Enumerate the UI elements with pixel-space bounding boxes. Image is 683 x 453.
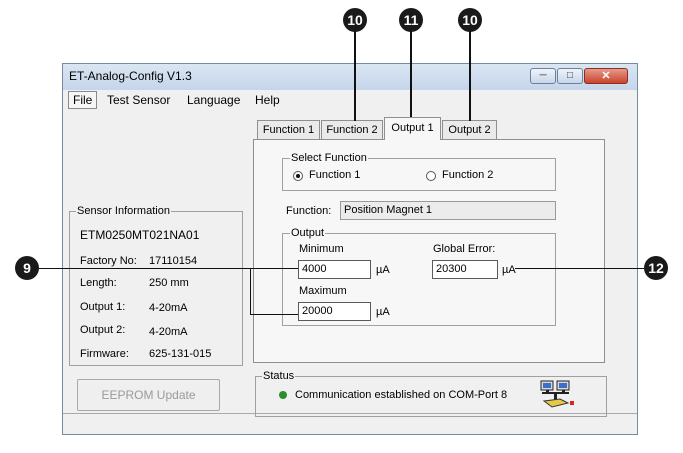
function-label: Function:	[286, 205, 332, 217]
menu-file[interactable]: File	[68, 91, 98, 109]
close-button[interactable]: ✕	[584, 68, 628, 84]
global-error-label: Global Error:	[433, 243, 496, 255]
function-1-radio[interactable]	[293, 171, 303, 181]
leader-line-9-vertical	[250, 268, 251, 315]
sensor-information-group: Sensor Information ETM0250MT021NA01 Fact…	[69, 205, 243, 366]
length-label: Length:	[80, 277, 117, 289]
status-led-icon	[279, 391, 287, 399]
callout-11: 11	[399, 8, 423, 32]
tab-output-1[interactable]: Output 1	[384, 117, 441, 140]
menu-bar: File Test Sensor Language Help	[63, 90, 637, 110]
tab-function-2[interactable]: Function 2	[321, 120, 383, 139]
callout-10-right: 10	[458, 8, 482, 32]
minimum-input[interactable]: 4000	[298, 260, 371, 279]
length-value: 250 mm	[149, 277, 189, 289]
global-error-input[interactable]: 20300	[432, 260, 498, 279]
callout-10-left: 10	[343, 8, 367, 32]
sensor-model: ETM0250MT021NA01	[80, 228, 200, 242]
global-error-unit: µA	[502, 264, 516, 276]
maximize-button[interactable]: □	[557, 68, 583, 84]
factory-no-label: Factory No:	[80, 255, 137, 267]
output1-value: 4-20mA	[149, 302, 188, 314]
close-icon: ✕	[601, 70, 611, 82]
tab-output-2[interactable]: Output 2	[442, 120, 497, 139]
firmware-value: 625-131-015	[149, 348, 212, 360]
maximum-unit: µA	[376, 306, 390, 318]
menu-language[interactable]: Language	[183, 92, 244, 108]
minimum-label: Minimum	[299, 243, 344, 255]
output2-label: Output 2:	[80, 324, 126, 336]
eeprom-update-button[interactable]: EEPROM Update	[77, 379, 220, 411]
minimize-icon: ─	[539, 70, 547, 81]
leader-line-10-left	[354, 31, 356, 121]
minimize-button[interactable]: ─	[530, 68, 556, 84]
function-2-radio[interactable]	[426, 171, 436, 181]
tab-function-1[interactable]: Function 1	[257, 120, 320, 139]
maximum-input[interactable]: 20000	[298, 302, 371, 321]
firmware-label: Firmware:	[80, 348, 129, 360]
callout-12: 12	[644, 256, 668, 280]
radio-selected-dot	[296, 174, 300, 178]
window-title: ET-Analog-Config V1.3	[69, 69, 192, 83]
function-1-radio-label: Function 1	[309, 169, 361, 181]
output-group-title: Output	[290, 227, 326, 240]
sensor-information-title: Sensor Information	[76, 205, 171, 218]
title-bar: ET-Analog-Config V1.3 ─ □ ✕	[63, 64, 637, 91]
leader-line-11	[410, 31, 412, 119]
select-function-title: Select Function	[290, 152, 368, 165]
status-title: Status	[262, 370, 296, 383]
menu-help[interactable]: Help	[251, 92, 284, 108]
leader-line-9-horizontal	[39, 268, 298, 269]
leader-line-9-maximum	[250, 314, 298, 315]
factory-no-value: 17110154	[149, 255, 198, 267]
status-message: Communication established on COM-Port 8	[295, 389, 508, 401]
leader-line-12	[515, 268, 644, 269]
output1-label: Output 1:	[80, 301, 126, 313]
function-display-field: Position Magnet 1	[340, 201, 556, 220]
network-computers-icon	[540, 380, 574, 408]
minimum-unit: µA	[376, 264, 390, 276]
leader-line-10-right	[469, 31, 471, 121]
maximize-icon: □	[566, 70, 574, 81]
callout-9: 9	[15, 256, 39, 280]
menu-test-sensor[interactable]: Test Sensor	[103, 92, 174, 108]
function-2-radio-label: Function 2	[442, 169, 494, 181]
output2-value: 4-20mA	[149, 326, 188, 338]
maximum-label: Maximum	[299, 285, 347, 297]
